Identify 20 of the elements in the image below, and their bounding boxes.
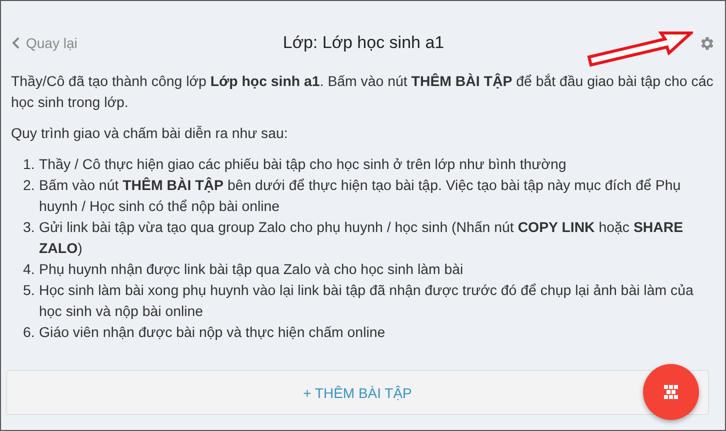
step-text: Học sinh làm bài xong phụ huynh vào lại link bài tập đã nhận được trước đó để chụp lại ảnh bài làm của học sinh và nộp bài online <box>39 282 694 322</box>
page-title: Lớp: Lớp học sinh a1 <box>282 33 444 53</box>
step-text: Thầy / Cô thực hiện giao các phiếu bài tập cho học sinh ở trên lớp như bình thường <box>39 156 566 175</box>
step-number: 5. <box>23 282 34 301</box>
intro-text: Thầy/Cô đã tạo thành công lớp Lớp học sinh a1. Bấm vào nút THÊM BÀI TẬP để bắt đầu giao bài tập cho các học sinh trong lớp. <box>11 72 714 113</box>
add-exercise-button[interactable]: + THÊM BÀI TẬP <box>6 370 709 415</box>
step-text: Phụ huynh nhận được link bài tập qua Zalo và cho học sinh làm bài <box>39 261 464 280</box>
process-heading: Quy trình giao và chấm bài diễn ra như sau: <box>11 124 289 144</box>
floating-action-button[interactable] <box>643 364 699 420</box>
step-number: 4. <box>23 261 34 280</box>
back-button[interactable]: Quay lại <box>12 35 78 51</box>
settings-icon[interactable] <box>698 34 715 52</box>
step-number: 3. <box>23 219 34 238</box>
grid-icon <box>664 385 678 399</box>
step-text: Gửi link bài tập vừa tạo qua group Zalo cho phụ huynh / học sinh (Nhấn nút COPY LINK hoặc SHARE ZALO) <box>39 219 684 259</box>
step-number: 6. <box>23 324 34 343</box>
step-number: 2. <box>23 177 34 196</box>
step-number: 1. <box>23 156 34 175</box>
step-text: Giáo viên nhận được bài nộp và thực hiện chấm online <box>39 324 386 343</box>
chevron-left-icon <box>12 37 20 49</box>
